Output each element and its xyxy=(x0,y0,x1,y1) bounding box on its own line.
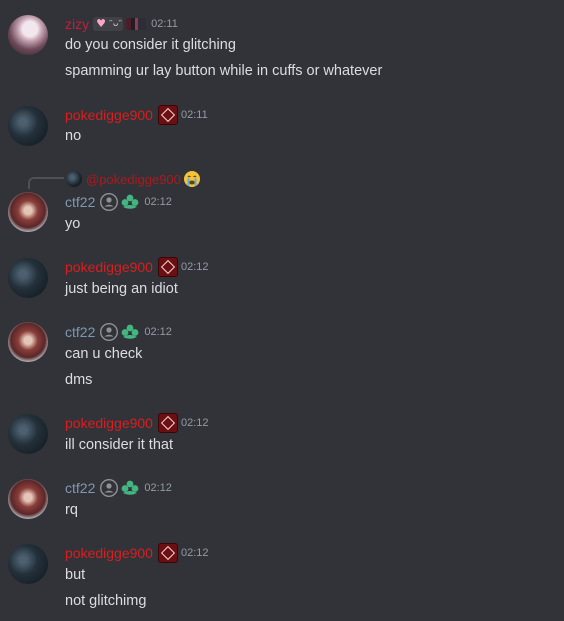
message-text: just being an idiot xyxy=(65,281,178,297)
username[interactable]: ctf22 xyxy=(65,322,95,342)
message-text: not glitchimg xyxy=(65,593,147,609)
timestamp[interactable]: 02:11 xyxy=(151,18,178,30)
timestamp[interactable]: 02:12 xyxy=(144,196,172,208)
username[interactable]: ctf22 xyxy=(65,192,95,212)
avatar[interactable] xyxy=(8,258,48,298)
profile-circle-icon[interactable] xyxy=(99,192,119,212)
clan-badge-icon[interactable] xyxy=(157,105,178,125)
loudly-crying-emoji-icon xyxy=(183,171,200,187)
reply-connector xyxy=(28,177,64,189)
avatar[interactable] xyxy=(8,544,48,584)
decoration-badge-icon[interactable] xyxy=(126,18,147,30)
avatar[interactable] xyxy=(8,414,48,454)
avatar[interactable] xyxy=(8,106,48,146)
username[interactable]: ctf22 xyxy=(65,478,95,498)
message-text: yo xyxy=(65,216,81,232)
username[interactable]: pokedigge900 xyxy=(65,105,153,125)
chat-message-list: zizy ♥ ᵔᴗᵔ 02:11 do you consider it glitc… xyxy=(0,0,564,621)
username[interactable]: zizy xyxy=(65,14,89,34)
timestamp[interactable]: 02:11 xyxy=(181,109,208,121)
message-header: ctf22 02:12 xyxy=(65,192,172,212)
hypesquad-leaf-icon[interactable] xyxy=(119,478,141,498)
message-header: ctf22 02:12 xyxy=(65,322,172,342)
message-text: rq xyxy=(65,502,78,518)
clan-badge-icon[interactable] xyxy=(157,413,178,433)
message-header: pokedigge900 02:12 xyxy=(65,413,209,433)
username[interactable]: pokedigge900 xyxy=(65,543,153,563)
message-header: zizy ♥ ᵔᴗᵔ 02:11 xyxy=(65,14,178,34)
message-text: but xyxy=(65,567,86,583)
username[interactable]: pokedigge900 xyxy=(65,413,153,433)
username[interactable]: pokedigge900 xyxy=(65,257,153,277)
message-text: can u check xyxy=(65,346,143,362)
message-text: dms xyxy=(65,372,93,388)
message-header: pokedigge900 02:12 xyxy=(65,257,209,277)
message-header: pokedigge900 02:11 xyxy=(65,105,208,125)
clan-badge-icon[interactable] xyxy=(157,257,178,277)
timestamp[interactable]: 02:12 xyxy=(181,417,209,429)
timestamp[interactable]: 02:12 xyxy=(181,547,209,559)
message-text: no xyxy=(65,128,82,144)
timestamp[interactable]: 02:12 xyxy=(144,326,172,338)
timestamp[interactable]: 02:12 xyxy=(181,261,209,273)
message-text: ill consider it that xyxy=(65,437,173,453)
message-header: ctf22 02:12 xyxy=(65,478,172,498)
reply-username[interactable]: @pokedigge900 xyxy=(86,172,181,187)
profile-circle-icon[interactable] xyxy=(99,322,119,342)
avatar[interactable] xyxy=(8,322,48,362)
tag-badge-icon[interactable]: ♥ ᵔᴗᵔ xyxy=(93,17,124,31)
clan-badge-icon[interactable] xyxy=(157,543,178,563)
avatar[interactable] xyxy=(8,15,48,55)
timestamp[interactable]: 02:12 xyxy=(144,482,172,494)
avatar[interactable] xyxy=(8,192,48,232)
hypesquad-leaf-icon[interactable] xyxy=(119,192,141,212)
reply-avatar xyxy=(66,171,82,187)
avatar[interactable] xyxy=(8,479,48,519)
hypesquad-leaf-icon[interactable] xyxy=(119,322,141,342)
profile-circle-icon[interactable] xyxy=(99,478,119,498)
message-text: spamming ur lay button while in cuffs or… xyxy=(65,63,383,79)
message-header: pokedigge900 02:12 xyxy=(65,543,209,563)
reply-preview[interactable]: @pokedigge900 xyxy=(66,170,201,188)
message-text: do you consider it glitching xyxy=(65,37,236,53)
